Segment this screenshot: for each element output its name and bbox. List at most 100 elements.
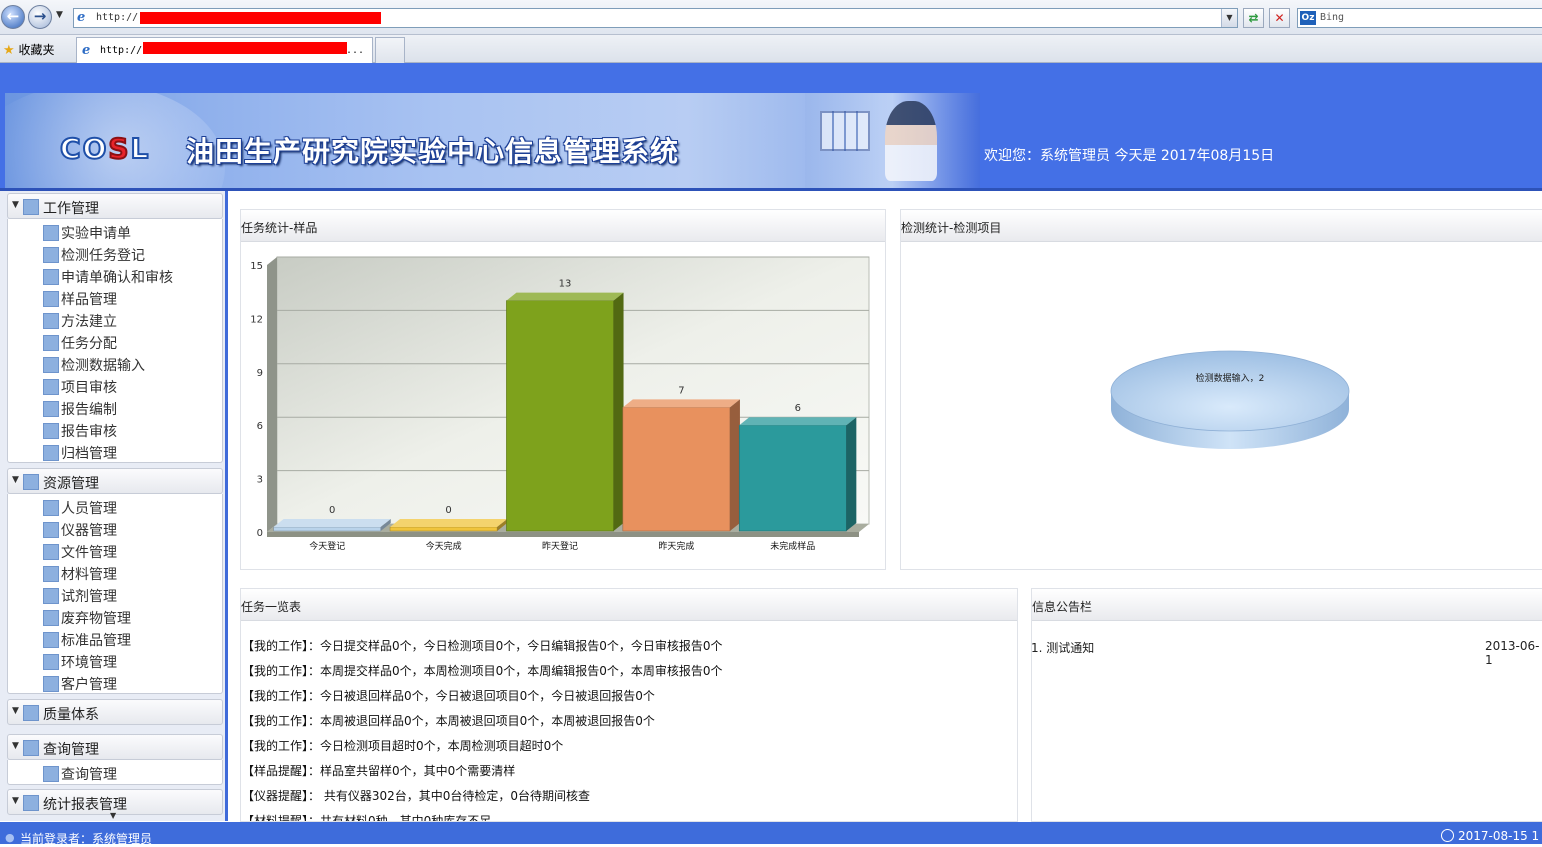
task-line: 【样品提醒】：样品室共留样0个，其中0个需要清样 bbox=[242, 764, 516, 778]
item-icon bbox=[43, 610, 59, 626]
task-line: 【我的工作】：今日被退回样品0个，今日被退回项目0个，今日被退回报告0个 bbox=[242, 689, 655, 703]
item-icon bbox=[43, 632, 59, 648]
task-line: 【材料提醒】：共有材料0种，其中0种库存不足 bbox=[242, 814, 492, 822]
bar-value-label: 6 bbox=[795, 403, 801, 414]
panel-header: 任务统计-样品 bbox=[241, 210, 885, 242]
forward-arrow-icon[interactable]: → bbox=[28, 5, 52, 29]
item-label: 实验申请单 bbox=[61, 226, 131, 242]
item-label: 检测任务登记 bbox=[61, 248, 145, 264]
tab-ellipsis: ... bbox=[346, 45, 365, 56]
item-label: 查询管理 bbox=[61, 767, 117, 783]
x-tick-label: 今天登记 bbox=[309, 540, 345, 552]
bar bbox=[506, 292, 624, 532]
item-icon bbox=[43, 313, 59, 329]
status-datetime: 2017-08-15 1 bbox=[1458, 829, 1540, 843]
address-dropdown-icon[interactable]: ▼ bbox=[1221, 9, 1237, 27]
sidebar-group-resources[interactable]: ▼ 资源管理 bbox=[7, 468, 223, 494]
address-bar[interactable]: e http:// ▼ bbox=[73, 8, 1238, 28]
item-label: 废弃物管理 bbox=[61, 611, 131, 627]
item-icon bbox=[43, 335, 59, 351]
sidebar-group-quality[interactable]: ▼ 质量体系 bbox=[7, 699, 223, 725]
item-label: 报告审核 bbox=[61, 424, 117, 440]
bar-side bbox=[729, 399, 740, 531]
search-provider-icon: Oz bbox=[1300, 11, 1316, 25]
history-dropdown-icon[interactable]: ▼ bbox=[56, 10, 63, 20]
bar-front bbox=[622, 407, 731, 532]
item-label: 任务分配 bbox=[61, 336, 117, 352]
item-icon bbox=[43, 423, 59, 439]
panel-header: 任务一览表 bbox=[241, 589, 1017, 621]
browser-tab[interactable]: e http:// ... bbox=[76, 37, 373, 63]
back-arrow-icon[interactable]: ← bbox=[1, 5, 25, 29]
sidebar-group-query[interactable]: ▼ 查询管理 bbox=[7, 734, 223, 760]
x-tick-label: 昨天完成 bbox=[658, 540, 694, 552]
x-tick-label: 今天完成 bbox=[426, 540, 462, 552]
folder-icon bbox=[23, 740, 39, 756]
y-tick-label: 12 bbox=[250, 314, 263, 325]
bar-front bbox=[738, 424, 847, 532]
ie-page-icon: e bbox=[77, 10, 86, 25]
bar-value-label: 0 bbox=[445, 505, 451, 516]
item-label: 项目审核 bbox=[61, 380, 117, 396]
sidebar-group-work[interactable]: ▼ 工作管理 bbox=[7, 193, 223, 219]
item-label: 方法建立 bbox=[61, 314, 117, 330]
group-label: 资源管理 bbox=[43, 476, 99, 492]
browser-toolbar: ← → ▼ e http:// ▼ ⇄ ✕ Oz Bing bbox=[0, 0, 1542, 35]
scroll-down-icon[interactable]: ▼ bbox=[110, 811, 116, 820]
y-tick-label: 9 bbox=[257, 368, 263, 379]
panel-title: 信息公告栏 bbox=[1032, 600, 1093, 614]
item-icon bbox=[43, 225, 59, 241]
favorites-button[interactable]: ★ 收藏夹 bbox=[3, 41, 55, 58]
item-icon bbox=[43, 654, 59, 670]
search-box[interactable]: Oz Bing bbox=[1297, 8, 1542, 28]
redacted-url bbox=[140, 12, 381, 24]
item-label: 试剂管理 bbox=[61, 589, 117, 605]
notice-title[interactable]: 1. 测试通知 bbox=[1031, 641, 1094, 655]
favorites-label: 收藏夹 bbox=[18, 43, 55, 57]
group-label: 质量体系 bbox=[43, 707, 99, 723]
bar-side bbox=[846, 417, 857, 531]
bar-top bbox=[506, 292, 624, 301]
task-list-panel: 任务一览表 【我的工作】：今日提交样品0个，今日检测项目0个，今日编辑报告0个，… bbox=[240, 588, 1018, 822]
item-label: 样品管理 bbox=[61, 292, 117, 308]
address-text: http:// bbox=[96, 12, 139, 23]
tab-url: http:// bbox=[100, 45, 143, 56]
item-icon bbox=[43, 588, 59, 604]
new-tab-button[interactable] bbox=[375, 37, 405, 63]
group-label: 查询管理 bbox=[43, 742, 99, 758]
task-line: 【仪器提醒】： 共有仪器302台，其中0台待检定，0台待期间核查 bbox=[242, 789, 590, 803]
bar-value-label: 7 bbox=[678, 385, 684, 396]
bar bbox=[273, 519, 391, 532]
notice-item[interactable]: 1. 测试通知 2013-06-1 bbox=[1031, 639, 1542, 667]
item-icon bbox=[43, 401, 59, 417]
bar-top bbox=[390, 519, 508, 527]
item-icon bbox=[43, 379, 59, 395]
bar bbox=[389, 519, 508, 532]
header-divider bbox=[0, 188, 1542, 191]
folder-icon bbox=[23, 705, 39, 721]
star-icon: ★ bbox=[3, 43, 15, 58]
item-icon bbox=[43, 566, 59, 582]
x-tick-label: 未完成样品 bbox=[770, 540, 815, 552]
ie-page-icon: e bbox=[82, 43, 91, 58]
notice-date: 2013-06-1 bbox=[1485, 639, 1540, 667]
collapse-arrow-icon: ▼ bbox=[12, 475, 19, 485]
bar-top bbox=[739, 417, 857, 426]
bar bbox=[738, 417, 857, 532]
bar-side bbox=[613, 292, 624, 531]
item-label: 环境管理 bbox=[61, 655, 117, 671]
y-tick-label: 3 bbox=[257, 475, 263, 486]
status-bar: ● 当前登录者：系统管理员 2017-08-15 1 bbox=[0, 822, 1542, 846]
sidebar-group-work-body: 实验申请单 检测任务登记 申请单确认和审核 样品管理 方法建立 任务分配 检测数… bbox=[7, 219, 223, 463]
item-label: 材料管理 bbox=[61, 567, 117, 583]
bar bbox=[622, 399, 740, 532]
bar-front bbox=[506, 300, 614, 532]
stop-icon[interactable]: ✕ bbox=[1269, 8, 1290, 28]
item-stats-panel: 检测统计-检测项目 检测数据输入，2 bbox=[900, 209, 1542, 570]
folder-icon bbox=[23, 474, 39, 490]
chart-left-wall bbox=[267, 257, 277, 532]
collapse-arrow-icon: ▼ bbox=[12, 706, 19, 716]
item-icon bbox=[43, 676, 59, 692]
panel-header: 检测统计-检测项目 bbox=[901, 210, 1542, 242]
refresh-icon[interactable]: ⇄ bbox=[1243, 8, 1264, 28]
